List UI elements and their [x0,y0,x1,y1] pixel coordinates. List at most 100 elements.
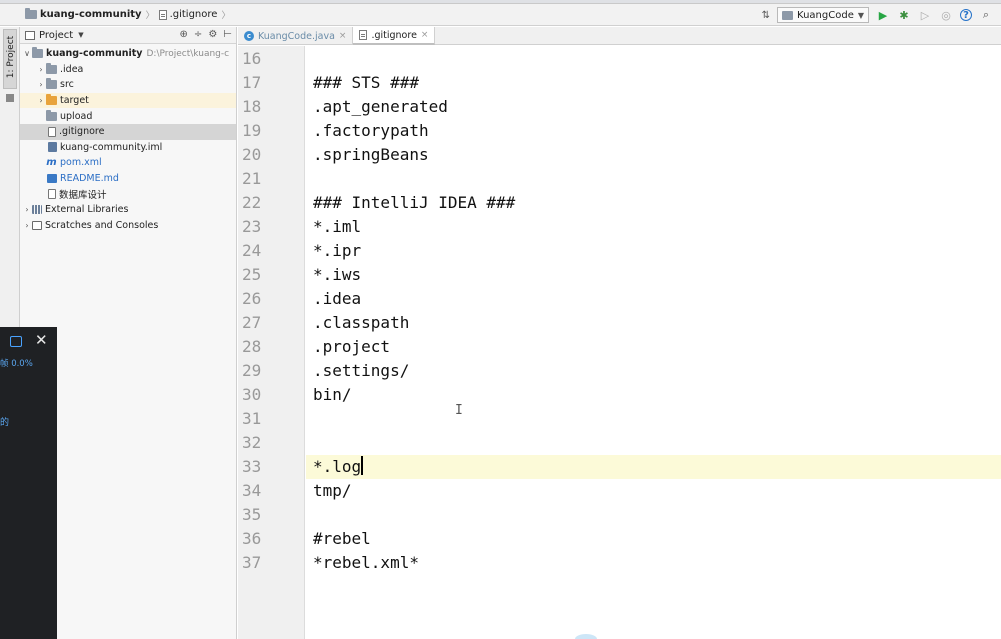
folder-icon [46,62,57,74]
code-line-text: .springBeans [313,145,429,164]
tool-window-stripe: 1: Project [0,27,20,327]
folder-icon [32,47,43,59]
tree-item-upload[interactable]: upload [20,108,236,124]
markdown-icon [47,174,57,184]
close-icon[interactable]: × [339,31,347,41]
code-line[interactable]: .apt_generated [313,95,448,119]
code-line[interactable]: .project [313,335,390,359]
overlay-status-text: 帧 0.0% [0,359,33,369]
code-line[interactable]: ### IntelliJ IDEA ### [313,191,515,215]
panel-tools: ⊕ ÷ ⚙ ⊢ [180,29,232,40]
line-number: 28 [242,337,262,356]
chevron-down-icon: ▼ [857,10,864,20]
code-line[interactable]: *rebel.xml* [313,551,419,575]
chevron-down-icon[interactable]: ∨ [22,49,32,58]
class-icon: c [244,31,254,41]
line-number: 24 [242,241,262,260]
code-line-text: *.log [313,457,362,476]
search-icon[interactable]: ⌕ [979,8,993,22]
file-icon [158,9,167,20]
project-tree: ∨ kuang-community D:\Project\kuang-c › .… [20,44,236,233]
code-line[interactable]: *.iws [313,263,361,287]
current-line-highlight [306,455,1001,479]
tree-item-idea[interactable]: › .idea [20,62,236,78]
tree-item-db-design[interactable]: 数据库设计 [20,186,236,202]
code-line[interactable]: *.ipr [313,239,361,263]
chevron-right-icon[interactable]: › [36,80,46,89]
code-line[interactable]: *.iml [313,215,361,239]
scratch-icon [32,220,42,230]
tree-item-readme[interactable]: README.md [20,171,236,187]
close-icon[interactable]: × [421,30,429,40]
close-icon[interactable]: ✕ [35,331,48,349]
folder-icon [46,78,57,90]
gear-icon[interactable]: ⚙ [208,29,217,40]
chevron-right-icon[interactable]: › [36,65,46,74]
text-cursor-icon: I [455,403,463,418]
run-config-select[interactable]: KuangCode ▼ [777,7,869,23]
tree-item-iml[interactable]: kuang-community.iml [20,140,236,156]
picture-in-picture-icon[interactable] [10,336,22,347]
project-panel-header[interactable]: Project ▼ ⊕ ÷ ⚙ ⊢ [20,27,236,44]
tree-item-gitignore[interactable]: .gitignore [20,123,236,140]
tree-item-root[interactable]: ∨ kuang-community D:\Project\kuang-c [20,46,236,62]
tree-item-target[interactable]: › target [20,92,236,109]
tree-item-pom[interactable]: m pom.xml [20,155,236,171]
line-number: 27 [242,313,262,332]
line-number: 17 [242,73,262,92]
chevron-right-icon[interactable]: › [36,96,46,105]
line-number: 26 [242,289,262,308]
breadcrumb: kuang-community 〉 .gitignore 〉 [0,4,234,26]
code-line-text: ### IntelliJ IDEA ### [313,193,516,212]
line-number: 16 [242,49,262,68]
structure-icon[interactable] [6,94,14,102]
navigation-bar: kuang-community 〉 .gitignore 〉 ⇅ KuangCo… [0,4,1001,26]
code-line[interactable]: tmp/ [313,479,352,503]
chevron-right-icon[interactable]: › [22,221,32,230]
code-line[interactable]: #rebel [313,527,371,551]
code-line[interactable]: *.log [313,455,364,479]
code-line-text: *.ipr [313,241,362,260]
code-line-text: *.iws [313,265,362,284]
folder-icon [46,109,57,121]
collapse-icon[interactable]: ÷ [194,29,202,40]
project-tool-tab[interactable]: 1: Project [3,29,17,89]
line-number: 19 [242,121,262,140]
code-line-text: #rebel [313,529,371,548]
debug-icon[interactable]: ✱ [897,8,911,22]
text-caret [361,456,364,475]
code-line[interactable]: .factorypath [313,119,429,143]
breadcrumb-file[interactable]: .gitignore [158,9,217,20]
tree-item-src[interactable]: › src [20,77,236,93]
line-number: 31 [242,409,262,428]
scroll-indicator [575,634,597,639]
code-line[interactable]: ### STS ### [313,71,419,95]
line-number: 35 [242,505,262,524]
code-line[interactable]: .springBeans [313,143,429,167]
code-line[interactable]: .classpath [313,311,409,335]
code-line[interactable]: bin/ [313,383,352,407]
tab-kuangcode-java[interactable]: c KuangCode.java × [238,27,354,45]
code-line[interactable]: .settings/ [313,359,409,383]
line-number: 29 [242,361,262,380]
code-line-text: .factorypath [313,121,429,140]
coverage-icon[interactable]: ▷ [918,8,932,22]
code-line[interactable]: .idea [313,287,361,311]
hide-icon[interactable]: ⊢ [223,29,232,40]
help-icon[interactable]: ? [960,9,972,21]
chevron-right-icon[interactable]: › [22,205,32,214]
line-number: 22 [242,193,262,212]
line-number: 21 [242,169,262,188]
tab-gitignore[interactable]: .gitignore × [353,27,436,45]
line-number: 37 [242,553,262,572]
tree-item-external-libraries[interactable]: › External Libraries [20,202,236,218]
build-icon[interactable]: ⇅ [762,10,770,21]
folder-orange-icon [46,94,57,106]
tree-item-scratches[interactable]: › Scratches and Consoles [20,218,236,234]
locate-icon[interactable]: ⊕ [180,29,188,40]
breadcrumb-project[interactable]: kuang-community [25,8,142,20]
profile-icon[interactable]: ◎ [939,8,953,22]
library-icon [32,205,42,215]
file-icon [359,30,368,40]
run-icon[interactable]: ▶ [876,8,890,22]
